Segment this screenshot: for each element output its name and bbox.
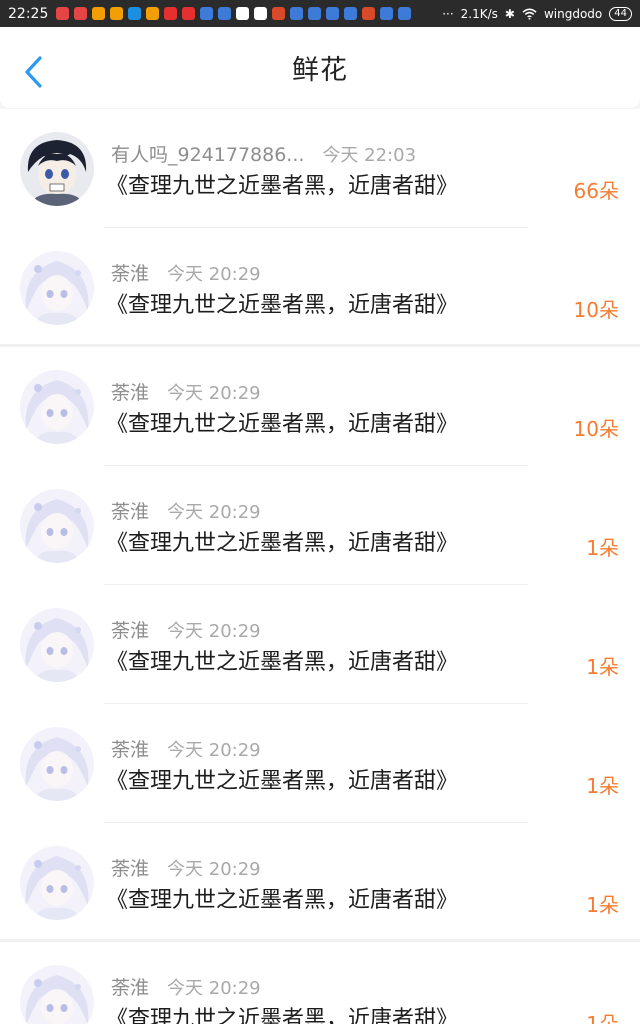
list-item-2[interactable]: 荼淮 今天 20:29 《查理九世之近墨者黑，近唐者甜》 10朵 (0, 228, 640, 347)
item-meta: 荼淮 今天 20:29 (111, 973, 261, 1000)
item-meta: 荼淮 今天 20:29 (111, 735, 261, 762)
notification-icon (326, 7, 340, 20)
notification-icon (218, 7, 232, 20)
book-title[interactable]: 《查理九世之近墨者黑，近唐者甜》 (106, 763, 458, 795)
battery-icon: 44 (609, 6, 632, 21)
item-meta: 有人吗_924177886... 今天 22:03 (111, 140, 416, 167)
network-name: wingdodo (543, 6, 603, 21)
username[interactable]: 荼淮 (111, 616, 149, 643)
network-speed: 2.1K/s (460, 6, 498, 21)
status-right: ··· 2.1K/s ✱ wingdodo 44 (442, 6, 632, 21)
timestamp: 今天 20:29 (167, 263, 261, 285)
flower-count: 10朵 (573, 417, 619, 441)
username[interactable]: 荼淮 (111, 378, 149, 405)
book-title[interactable]: 《查理九世之近墨者黑，近唐者甜》 (106, 1001, 458, 1024)
timestamp: 今天 20:29 (167, 382, 261, 404)
username[interactable]: 荼淮 (111, 854, 149, 881)
avatar-girl-image (20, 489, 94, 563)
book-title[interactable]: 《查理九世之近墨者黑，近唐者甜》 (106, 644, 458, 676)
username[interactable]: 荼淮 (111, 259, 149, 286)
avatar-girl-image (20, 370, 94, 444)
chevron-left-icon (25, 56, 42, 88)
username[interactable]: 荼淮 (111, 973, 149, 1000)
notification-icon (254, 7, 268, 20)
list-item-5[interactable]: 荼淮 今天 20:29 《查理九世之近墨者黑，近唐者甜》 1朵 (0, 585, 640, 704)
timestamp: 今天 22:03 (322, 144, 417, 166)
notification-icon (56, 7, 70, 20)
flower-count: 1朵 (586, 655, 619, 679)
list-item-8[interactable]: 荼淮 今天 20:29 《查理九世之近墨者黑，近唐者甜》 1朵 (0, 942, 640, 1024)
notification-icon (92, 7, 106, 20)
flower-count: 1朵 (586, 536, 619, 560)
notification-icon (128, 7, 142, 20)
notification-icon (398, 7, 412, 20)
status-time: 22:25 (8, 5, 49, 22)
wifi-icon (522, 8, 537, 20)
notification-icon (236, 7, 250, 20)
avatar[interactable] (20, 727, 94, 801)
username[interactable]: 荼淮 (111, 497, 149, 524)
avatar[interactable] (20, 846, 94, 920)
avatar[interactable] (20, 608, 94, 682)
list-item-3[interactable]: 荼淮 今天 20:29 《查理九世之近墨者黑，近唐者甜》 10朵 (0, 347, 640, 466)
timestamp: 今天 20:29 (167, 858, 261, 880)
timestamp: 今天 20:29 (167, 501, 261, 523)
notification-icon (290, 7, 304, 20)
list-item-7[interactable]: 荼淮 今天 20:29 《查理九世之近墨者黑，近唐者甜》 1朵 (0, 823, 640, 942)
avatar[interactable] (20, 251, 94, 325)
timestamp: 今天 20:29 (167, 977, 261, 999)
notification-icons (56, 7, 412, 20)
timestamp: 今天 20:29 (167, 620, 261, 642)
avatar[interactable] (20, 132, 94, 206)
avatar[interactable] (20, 370, 94, 444)
flower-count: 66朵 (573, 179, 619, 203)
item-meta: 荼淮 今天 20:29 (111, 378, 261, 405)
list-item-4[interactable]: 荼淮 今天 20:29 《查理九世之近墨者黑，近唐者甜》 1朵 (0, 466, 640, 585)
notification-icon (146, 7, 160, 20)
flower-count: 10朵 (573, 298, 619, 322)
item-meta: 荼淮 今天 20:29 (111, 854, 261, 881)
app-header: 鲜花 (0, 27, 640, 108)
flower-list: 有人吗_924177886... 今天 22:03 《查理九世之近墨者黑，近唐者… (0, 109, 640, 1024)
list-item-6[interactable]: 荼淮 今天 20:29 《查理九世之近墨者黑，近唐者甜》 1朵 (0, 704, 640, 823)
username[interactable]: 荼淮 (111, 735, 149, 762)
notification-icon (272, 7, 286, 20)
more-dots: ··· (442, 6, 454, 21)
username[interactable]: 有人吗_924177886... (111, 140, 304, 167)
book-title[interactable]: 《查理九世之近墨者黑，近唐者甜》 (106, 168, 458, 200)
back-button[interactable] (18, 55, 52, 89)
bluetooth-icon: ✱ (504, 6, 515, 21)
avatar-boy-image (20, 132, 94, 206)
notification-icon (200, 7, 214, 20)
notification-icon (344, 7, 358, 20)
timestamp: 今天 20:29 (167, 739, 261, 761)
notification-icon (308, 7, 322, 20)
avatar-girl-image (20, 727, 94, 801)
avatar-girl-image (20, 965, 94, 1024)
book-title[interactable]: 《查理九世之近墨者黑，近唐者甜》 (106, 882, 458, 914)
item-meta: 荼淮 今天 20:29 (111, 259, 261, 286)
flower-count: 1朵 (586, 774, 619, 798)
page-title: 鲜花 (292, 55, 348, 86)
avatar-girl-image (20, 251, 94, 325)
flower-count: 1朵 (586, 1012, 619, 1024)
notification-icon (110, 7, 124, 20)
book-title[interactable]: 《查理九世之近墨者黑，近唐者甜》 (106, 406, 458, 438)
list-item-1[interactable]: 有人吗_924177886... 今天 22:03 《查理九世之近墨者黑，近唐者… (0, 109, 640, 228)
avatar[interactable] (20, 965, 94, 1024)
avatar-girl-image (20, 846, 94, 920)
notification-icon (362, 7, 376, 20)
flower-count: 1朵 (586, 893, 619, 917)
avatar[interactable] (20, 489, 94, 563)
avatar-girl-image (20, 608, 94, 682)
item-meta: 荼淮 今天 20:29 (111, 616, 261, 643)
notification-icon (182, 7, 196, 20)
status-bar: 22:25 ··· 2.1K/s ✱ wingdodo 44 (0, 0, 640, 27)
notification-icon (164, 7, 178, 20)
book-title[interactable]: 《查理九世之近墨者黑，近唐者甜》 (106, 525, 458, 557)
notification-icon (380, 7, 394, 20)
item-meta: 荼淮 今天 20:29 (111, 497, 261, 524)
notification-icon (74, 7, 88, 20)
book-title[interactable]: 《查理九世之近墨者黑，近唐者甜》 (106, 287, 458, 319)
